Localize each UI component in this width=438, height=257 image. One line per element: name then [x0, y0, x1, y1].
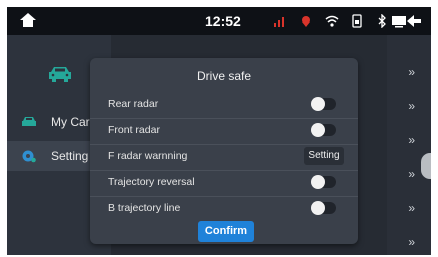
- b-trajectory-line-toggle[interactable]: [311, 201, 336, 215]
- row-label: Front radar: [108, 124, 160, 136]
- home-icon[interactable]: [19, 11, 37, 29]
- chevron-column: » » » » » »: [387, 35, 431, 255]
- chevron-right-icon[interactable]: »: [408, 133, 415, 147]
- drive-safe-dialog: Drive safe Rear radar Front radar F rada…: [90, 58, 358, 244]
- back-icon[interactable]: [405, 12, 423, 30]
- car-icon: [22, 117, 36, 126]
- trajectory-reversal-row: Trajectory reversal: [90, 170, 358, 197]
- row-label: Trajectory reversal: [108, 176, 195, 188]
- toggle-knob: [311, 97, 325, 111]
- side-drawer-handle[interactable]: [421, 153, 431, 179]
- rear-radar-row: Rear radar: [90, 92, 358, 119]
- chevron-right-icon[interactable]: »: [408, 65, 415, 79]
- sidebar-item-label: My Car: [51, 115, 90, 129]
- b-trajectory-line-row: B trajectory line: [90, 196, 358, 222]
- chevron-right-icon[interactable]: »: [408, 99, 415, 113]
- settings-icon: [22, 150, 36, 163]
- chevron-right-icon[interactable]: »: [408, 235, 415, 249]
- sidebar-item-label: Setting: [51, 149, 89, 163]
- sim-icon: [352, 14, 362, 28]
- front-radar-toggle[interactable]: [311, 123, 336, 137]
- row-label: Rear radar: [108, 98, 159, 110]
- chevron-right-icon[interactable]: »: [408, 167, 415, 181]
- toggle-knob: [311, 201, 325, 215]
- status-bar: 12:52: [7, 7, 431, 35]
- clock: 12:52: [205, 13, 241, 29]
- front-radar-row: Front radar: [90, 118, 358, 145]
- screen: 12:52 My Car Setting » » » » » » Drive s…: [7, 7, 431, 255]
- trajectory-reversal-toggle[interactable]: [311, 175, 336, 189]
- row-label: B trajectory line: [108, 202, 181, 214]
- row-label: F radar warnning: [108, 150, 188, 162]
- toggle-knob: [311, 123, 325, 137]
- chevron-right-icon[interactable]: »: [408, 201, 415, 215]
- rear-radar-toggle[interactable]: [311, 97, 336, 111]
- signal-icon: [274, 17, 284, 27]
- wifi-icon: [325, 15, 339, 27]
- f-radar-setting-button[interactable]: Setting: [304, 147, 344, 165]
- car-icon: [49, 67, 71, 82]
- dialog-title: Drive safe: [196, 69, 252, 83]
- location-icon: [302, 16, 310, 27]
- f-radar-warning-row: F radar warnning Setting: [90, 144, 358, 171]
- confirm-button[interactable]: Confirm: [198, 221, 254, 242]
- bluetooth-icon: [378, 14, 386, 28]
- toggle-knob: [311, 175, 325, 189]
